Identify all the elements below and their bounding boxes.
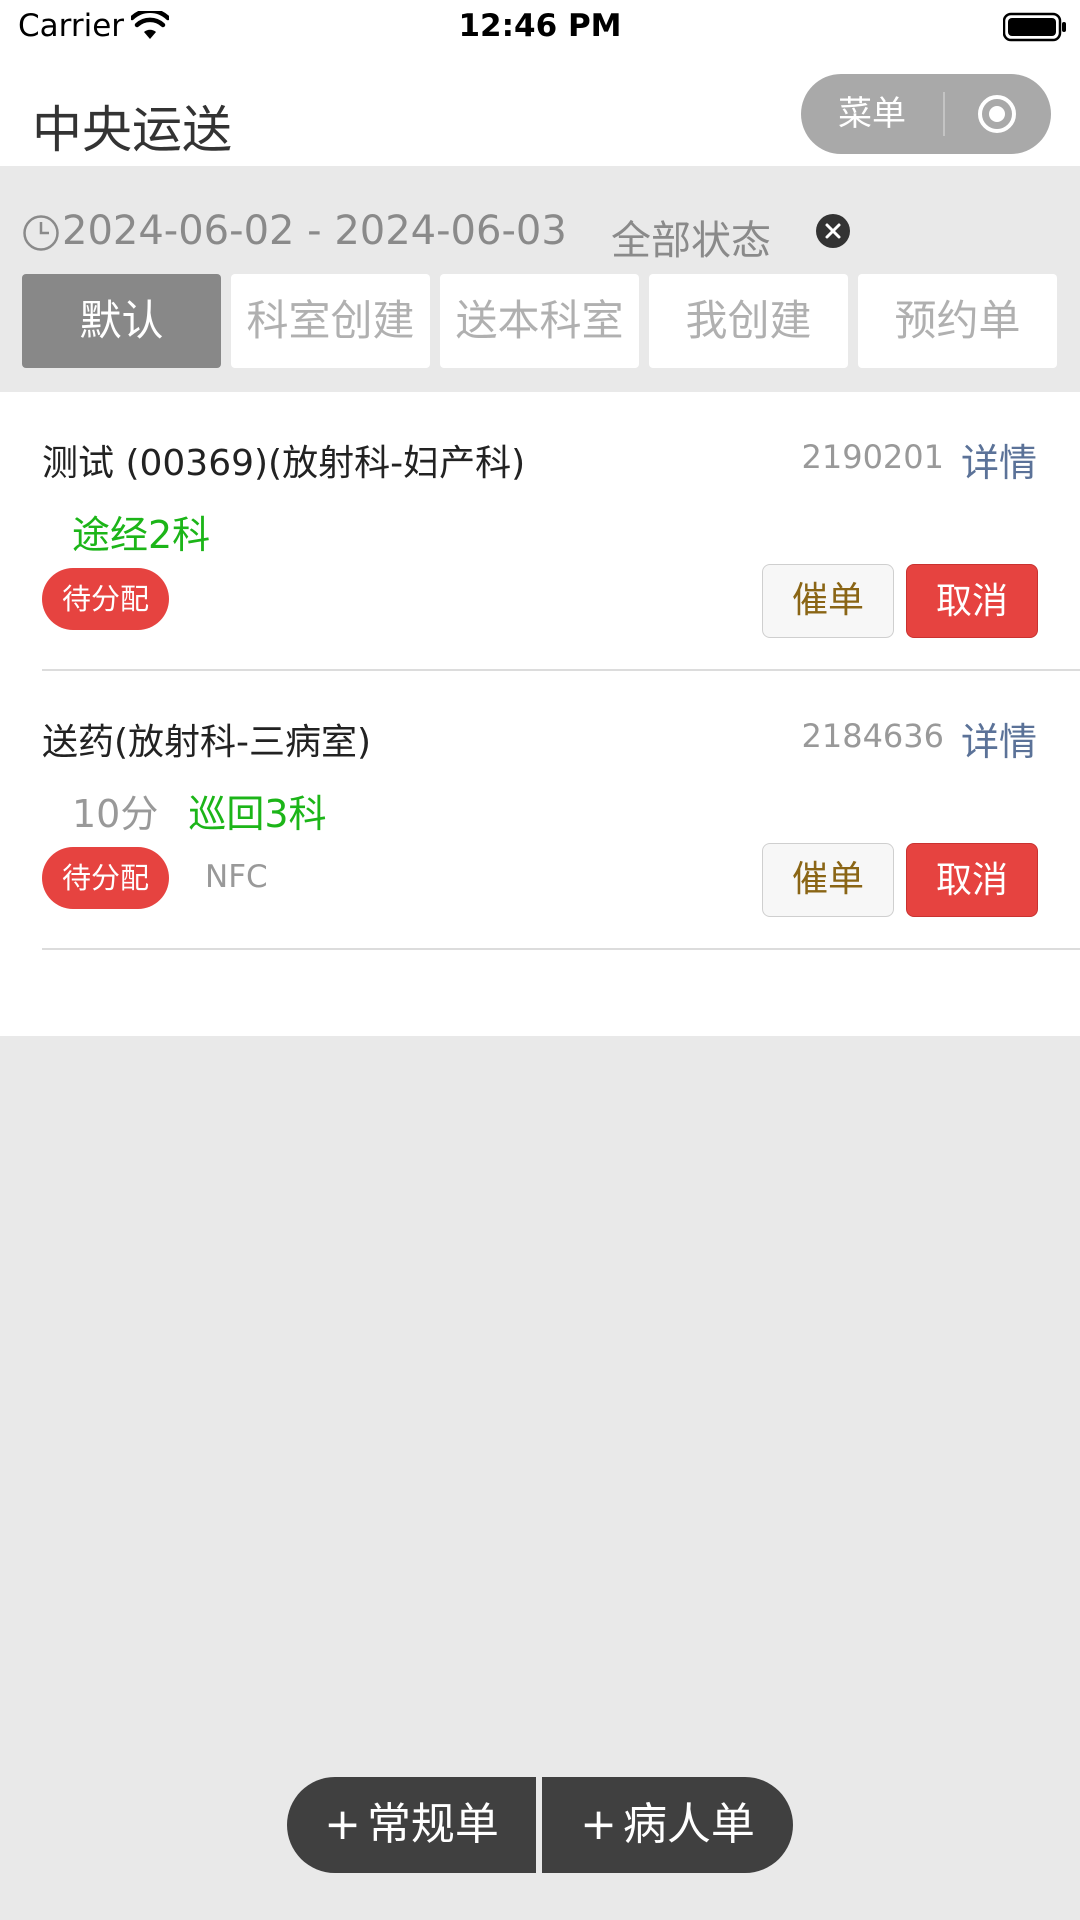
tab-appointment[interactable]: 预约单 bbox=[858, 274, 1057, 368]
battery-icon bbox=[1003, 12, 1066, 42]
patient-order-label: 病人单 bbox=[622, 1799, 755, 1850]
order-sub-info: 10分 巡回3科 bbox=[72, 783, 327, 838]
urge-button[interactable]: 催单 bbox=[762, 564, 894, 638]
list-item: 送药(放射科-三病室) 2184636 详情 10分 巡回3科 待分配 NFC 催… bbox=[0, 671, 1080, 950]
cancel-button[interactable]: 取消 bbox=[906, 564, 1038, 638]
order-id: 2184636 bbox=[801, 717, 944, 755]
filter-area: 2024-06-02 - 2024-06-03 全部状态 默认 科室创建 送本科… bbox=[0, 166, 1080, 392]
status-filter[interactable]: 全部状态 bbox=[611, 208, 771, 266]
tab-dept-created[interactable]: 科室创建 bbox=[231, 274, 430, 368]
plus-icon: + bbox=[324, 1799, 361, 1850]
duration-info: 10分 bbox=[72, 792, 159, 836]
nfc-label: NFC bbox=[205, 859, 268, 895]
new-patient-order-button[interactable]: + 病人单 bbox=[542, 1777, 793, 1873]
status-time: 12:46 PM bbox=[458, 8, 622, 44]
tab-default[interactable]: 默认 bbox=[22, 274, 221, 368]
status-bar: Carrier 12:46 PM bbox=[0, 0, 1080, 54]
order-list: 测试 (00369)(放射科-妇产科) 2190201 详情 途经2科 待分配 … bbox=[0, 392, 1080, 1036]
page-title: 中央运送 bbox=[32, 101, 232, 159]
date-range-picker[interactable]: 2024-06-02 - 2024-06-03 bbox=[62, 208, 567, 254]
order-title: 送药(放射科-三病室) bbox=[42, 722, 372, 763]
detail-link[interactable]: 详情 bbox=[961, 711, 1037, 766]
list-item: 测试 (00369)(放射科-妇产科) 2190201 详情 途经2科 待分配 … bbox=[0, 392, 1080, 671]
nav-bar: 中央运送 菜单 bbox=[0, 54, 1080, 166]
clear-filter-icon[interactable] bbox=[815, 213, 851, 249]
capsule-divider bbox=[943, 92, 945, 136]
detail-link[interactable]: 详情 bbox=[961, 432, 1037, 487]
normal-order-label: 常规单 bbox=[366, 1799, 499, 1850]
order-sub-info: 途经2科 bbox=[72, 504, 210, 559]
new-normal-order-button[interactable]: + 常规单 bbox=[287, 1777, 536, 1873]
urge-button[interactable]: 催单 bbox=[762, 843, 894, 917]
capsule-menu: 菜单 bbox=[801, 74, 1051, 154]
route-info: 巡回3科 bbox=[188, 792, 327, 836]
status-badge: 待分配 bbox=[42, 847, 170, 909]
tab-bar: 默认 科室创建 送本科室 我创建 预约单 bbox=[22, 274, 1058, 368]
cancel-button[interactable]: 取消 bbox=[906, 843, 1038, 917]
status-badge: 待分配 bbox=[42, 568, 170, 630]
menu-button[interactable]: 菜单 bbox=[801, 74, 943, 154]
bottom-action-bar: + 常规单 + 病人单 bbox=[287, 1777, 793, 1873]
item-divider bbox=[42, 948, 1080, 950]
tab-my-created[interactable]: 我创建 bbox=[649, 274, 848, 368]
tab-to-dept[interactable]: 送本科室 bbox=[440, 274, 639, 368]
close-miniprogram-icon[interactable] bbox=[977, 94, 1017, 134]
plus-icon: + bbox=[580, 1799, 617, 1850]
route-info: 途经2科 bbox=[72, 513, 211, 557]
clock-icon bbox=[23, 215, 59, 251]
order-title: 测试 (00369)(放射科-妇产科) bbox=[42, 443, 526, 484]
order-id: 2190201 bbox=[801, 438, 944, 476]
